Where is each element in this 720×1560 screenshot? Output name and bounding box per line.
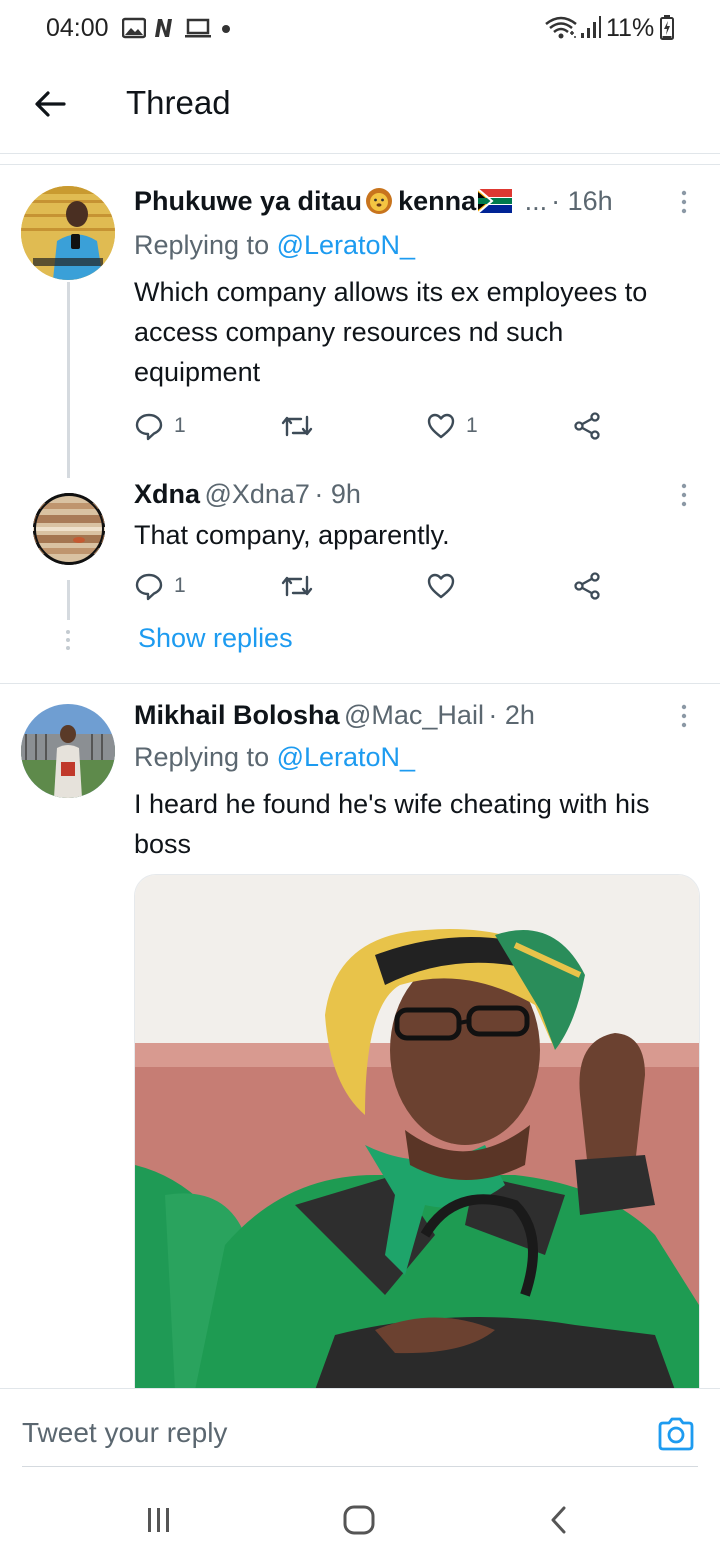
share-button[interactable] bbox=[572, 569, 602, 603]
reply-underline bbox=[22, 1466, 698, 1467]
avatar[interactable] bbox=[21, 186, 115, 280]
thread-connector bbox=[67, 282, 70, 478]
netflix-n-icon bbox=[155, 19, 172, 37]
replying-to: Replying to @LeratoN_ bbox=[134, 742, 415, 773]
more-options-icon[interactable] bbox=[674, 188, 694, 218]
tweet-header: Phukuwe ya ditau kenna ... · 16h bbox=[134, 186, 613, 217]
back-arrow-icon[interactable] bbox=[30, 84, 70, 124]
avatar-jupiter bbox=[33, 493, 105, 565]
avatar-photo-3 bbox=[21, 704, 115, 798]
reply-icon bbox=[135, 573, 163, 601]
tweet-1[interactable]: Phukuwe ya ditau kenna ... · 16h Replying… bbox=[0, 170, 720, 478]
tweet-actions: 1 bbox=[134, 569, 614, 603]
display-name[interactable]: Mikhail Bolosha bbox=[134, 700, 340, 730]
reply-input[interactable]: Tweet your reply bbox=[22, 1417, 227, 1449]
reply-button[interactable]: 1 bbox=[134, 409, 186, 443]
reply-button[interactable]: 1 bbox=[134, 569, 186, 603]
camera-icon[interactable] bbox=[656, 1414, 696, 1454]
tweet-2[interactable]: Xdna @Xdna7 · 9h That company, apparentl… bbox=[0, 475, 720, 605]
tweet-time: · 16h bbox=[551, 186, 613, 216]
replying-to-link[interactable]: @LeratoN_ bbox=[277, 230, 415, 260]
tweet-time: · 2h bbox=[488, 700, 535, 730]
replying-to-link[interactable]: @LeratoN_ bbox=[277, 742, 415, 772]
back-icon[interactable] bbox=[548, 1505, 570, 1535]
battery-charging-icon bbox=[660, 15, 674, 40]
header-divider-2 bbox=[0, 164, 720, 165]
tweet-time: · 9h bbox=[314, 479, 361, 509]
image-icon bbox=[122, 17, 146, 39]
reply-count: 1 bbox=[174, 414, 186, 437]
reply-count: 1 bbox=[174, 574, 186, 597]
display-name[interactable]: Phukuwe ya ditau bbox=[134, 186, 362, 216]
avatar[interactable] bbox=[21, 704, 115, 798]
heart-icon bbox=[427, 413, 455, 439]
share-button[interactable] bbox=[572, 409, 602, 443]
display-name-suffix: kenna bbox=[398, 186, 477, 216]
status-bar: 04:00 11% bbox=[0, 0, 720, 60]
handle[interactable]: @Xdna7 bbox=[204, 479, 309, 509]
retweet-button[interactable] bbox=[280, 569, 324, 603]
battery-percent: 11% bbox=[606, 14, 655, 42]
retweet-icon bbox=[281, 575, 313, 597]
home-icon[interactable] bbox=[342, 1504, 376, 1536]
recents-icon[interactable] bbox=[144, 1506, 174, 1534]
avatar[interactable] bbox=[33, 493, 105, 565]
thread-dots-icon bbox=[66, 630, 70, 650]
heart-icon bbox=[427, 573, 455, 599]
tweet-text: That company, apparently. bbox=[134, 520, 450, 550]
like-button[interactable] bbox=[426, 569, 466, 603]
tweet-header: Mikhail Bolosha @Mac_Hail · 2h bbox=[134, 700, 535, 731]
display-name[interactable]: Xdna bbox=[134, 479, 200, 509]
share-icon bbox=[574, 412, 600, 440]
more-options-icon[interactable] bbox=[674, 481, 694, 511]
replying-to: Replying to @LeratoN_ bbox=[134, 230, 415, 261]
replying-prefix: Replying to bbox=[134, 230, 277, 260]
like-button[interactable]: 1 bbox=[426, 409, 478, 443]
name-ellipsis: ... bbox=[524, 186, 548, 216]
replying-prefix: Replying to bbox=[134, 742, 277, 772]
retweet-button[interactable] bbox=[280, 409, 324, 443]
status-time: 04:00 bbox=[46, 14, 109, 42]
laptop-icon bbox=[185, 18, 211, 38]
retweet-icon bbox=[281, 415, 313, 437]
like-count: 1 bbox=[466, 414, 478, 437]
share-icon bbox=[574, 572, 600, 600]
show-replies-link[interactable]: Show replies bbox=[138, 623, 293, 654]
tweet-text: Which company allows its ex employees to… bbox=[134, 277, 648, 387]
more-options-icon[interactable] bbox=[674, 702, 694, 732]
lion-face-emoji bbox=[366, 188, 393, 214]
tweet-text: I heard he found he's wife cheating with… bbox=[134, 789, 650, 859]
media-photo bbox=[135, 875, 699, 1390]
tweet-media-image[interactable] bbox=[134, 874, 700, 1390]
system-nav-bar bbox=[0, 1478, 720, 1560]
page-title: Thread bbox=[126, 84, 231, 121]
signal-icon bbox=[581, 16, 601, 38]
wifi-icon bbox=[545, 16, 577, 39]
avatar-photo-1 bbox=[21, 186, 115, 280]
thread-divider bbox=[0, 683, 720, 684]
reply-icon bbox=[135, 413, 163, 441]
tweet-actions: 1 1 bbox=[134, 409, 614, 443]
thread-connector bbox=[67, 580, 70, 620]
header-divider bbox=[0, 153, 720, 154]
tweet-header: Xdna @Xdna7 · 9h bbox=[134, 479, 361, 510]
dot-icon bbox=[222, 25, 230, 33]
south-africa-flag-emoji bbox=[477, 188, 513, 214]
handle[interactable]: @Mac_Hail bbox=[344, 700, 484, 730]
